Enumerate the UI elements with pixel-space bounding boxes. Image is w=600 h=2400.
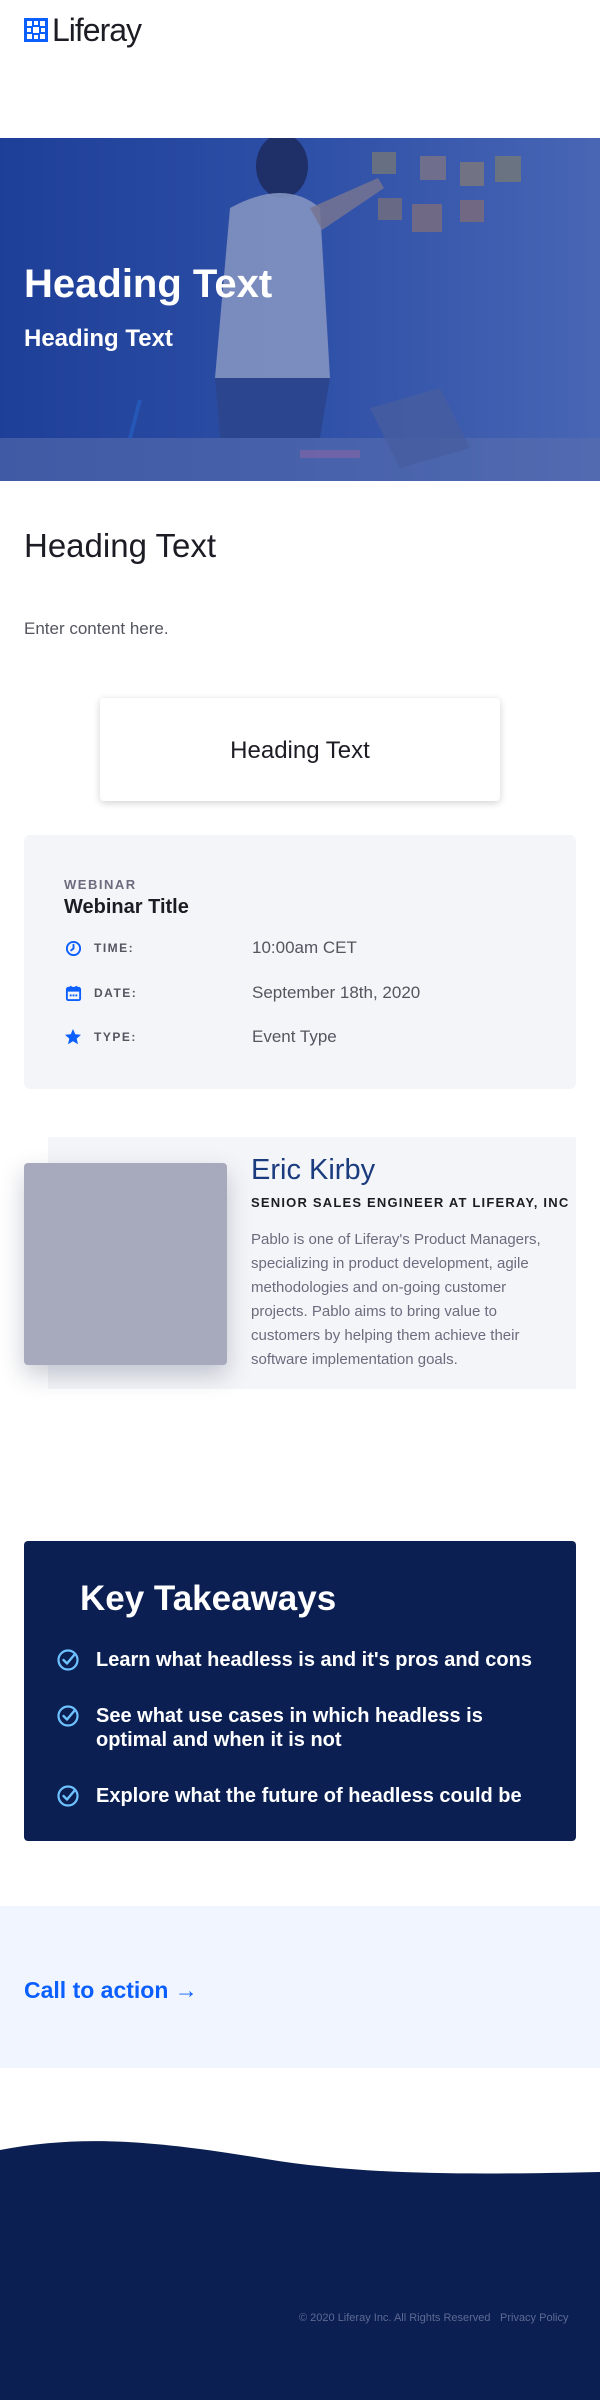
check-circle-icon (57, 1649, 79, 1671)
logo-text: Liferay (52, 12, 142, 48)
webinar-type-label: TYPE: (94, 1030, 137, 1044)
site-header: Liferay (0, 0, 600, 138)
speaker-name: Eric Kirby (251, 1154, 376, 1186)
takeaway-item: Learn what headless is and it's pros and… (56, 1648, 556, 1672)
webinar-type-value: Event Type (252, 1027, 337, 1046)
takeaway-text: See what use cases in which headless is … (96, 1705, 483, 1751)
takeaways-title: Key Takeaways (80, 1579, 337, 1618)
webinar-date-value: September 18th, 2020 (252, 983, 421, 1002)
clock-icon (64, 939, 82, 957)
webinar-details: WEBINAR Webinar Title TIME: 10:00am CET … (24, 835, 576, 1089)
webinar-time-label: TIME: (94, 941, 135, 955)
calendar-icon (64, 984, 82, 1002)
speaker-photo (24, 1163, 227, 1365)
webinar-type-row: TYPE: Event Type (64, 1023, 544, 1051)
takeaway-text: Explore what the future of headless coul… (96, 1785, 522, 1807)
footer-background (0, 2141, 600, 2400)
liferay-logo[interactable]: Liferay (24, 12, 142, 48)
webinar-date-label: DATE: (94, 986, 138, 1000)
takeaway-text: Learn what headless is and it's pros and… (96, 1649, 532, 1671)
hero-title: Heading Text (24, 262, 273, 306)
content-text: Enter content here. (24, 619, 169, 638)
call-to-action-link[interactable]: Call to action → (24, 1976, 198, 2004)
liferay-logo-icon (24, 18, 48, 42)
heading-card: Heading Text (100, 698, 500, 801)
check-circle-icon (57, 1785, 79, 1807)
webinar-date-row: DATE: September 18th, 2020 (64, 979, 544, 1007)
takeaway-item: See what use cases in which headless is … (56, 1704, 556, 1752)
webinar-time-row: TIME: 10:00am CET (64, 934, 544, 962)
webinar-kicker: WEBINAR (64, 877, 137, 892)
webinar-title: Webinar Title (64, 896, 189, 918)
speaker-role: SENIOR SALES ENGINEER AT LIFERAY, INC (251, 1195, 570, 1210)
cta-section: Call to action → (0, 1906, 600, 2068)
privacy-policy-link[interactable]: Privacy Policy (500, 2312, 568, 2324)
section-heading: Heading Text (24, 527, 217, 564)
webinar-time-value: 10:00am CET (252, 938, 357, 957)
hero-banner: Heading Text Heading Text (0, 138, 600, 481)
takeaway-item: Explore what the future of headless coul… (56, 1784, 556, 1808)
key-takeaways: Key Takeaways Learn what headless is and… (24, 1541, 576, 1841)
hero-image (0, 138, 600, 481)
footer-copyright: © 2020 Liferay Inc. All Rights Reserved (299, 2312, 491, 2324)
hero-subtitle: Heading Text (24, 325, 173, 352)
check-circle-icon (57, 1705, 79, 1727)
star-icon (64, 1028, 82, 1046)
speaker-bio: Pablo is one of Liferay's Product Manage… (251, 1231, 541, 1368)
card-title: Heading Text (230, 737, 370, 764)
